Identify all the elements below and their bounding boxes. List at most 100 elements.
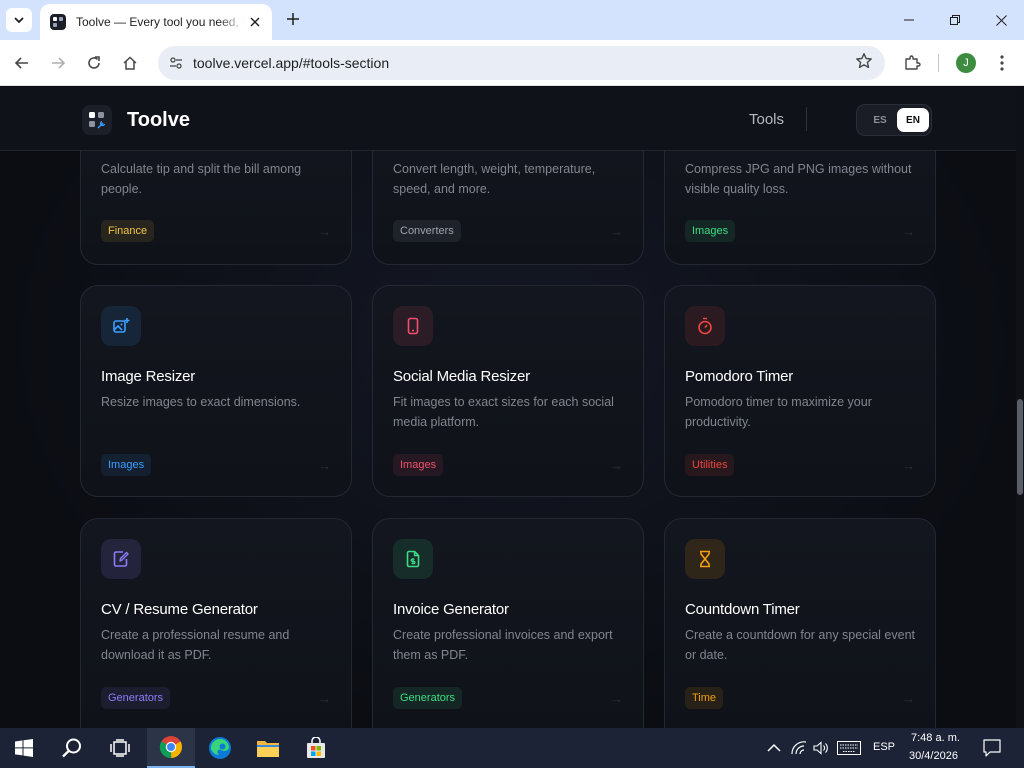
edge-icon [209,737,231,759]
bookmark-star-button[interactable] [855,52,873,75]
card-description: Calculate tip and split the bill among p… [101,162,302,196]
windows-logo-icon [15,739,33,757]
close-icon [250,17,260,27]
new-tab-button[interactable] [282,8,304,30]
category-badge: Utilities [685,454,735,476]
taskbar-edge[interactable] [196,728,244,768]
browser-menu-button[interactable] [989,50,1015,76]
file-edit-icon [101,539,141,579]
page-scrollbar[interactable] [1016,87,1024,728]
taskbar-search-button[interactable] [48,728,96,768]
tool-card-social-media-resizer[interactable]: Social Media Resizer Fit images to exact… [372,285,644,497]
arrow-right-icon: → [318,691,331,706]
tab-search-button[interactable] [6,8,32,32]
keyboard-icon [837,741,861,755]
action-center-button[interactable] [980,728,1004,768]
puzzle-icon [905,55,921,70]
lang-button-es[interactable]: ES [865,110,895,130]
tool-card-cv-resume-generator[interactable]: CV / Resume Generator Create a professio… [80,518,352,728]
tool-card-image-resizer[interactable]: Image Resizer Resize images to exact dim… [80,285,352,497]
clock-date[interactable]: 30/4/2026 [909,750,958,762]
category-badge: Images [685,220,736,242]
scrollbar-thumb[interactable] [1017,399,1023,495]
more-vertical-icon [1000,55,1004,71]
card-title: Image Resizer [101,368,196,385]
back-button[interactable] [9,50,35,76]
card-description: Compress JPG and PNG images without visi… [685,162,912,196]
folder-icon [257,741,279,757]
card-description: Pomodoro timer to maximize your producti… [685,395,872,429]
arrow-right-icon: → [610,224,623,239]
task-view-button[interactable] [96,728,144,768]
restore-icon [950,15,960,25]
store-bag-icon [307,737,325,758]
category-badge: Generators [101,687,171,709]
taskbar-chrome[interactable] [147,728,195,768]
reload-button[interactable] [81,50,107,76]
arrow-right-icon: → [610,458,623,473]
brand-name[interactable]: Toolve [127,109,190,132]
invoice-icon [393,539,433,579]
browser-tab-active[interactable]: Toolve — Every tool you need, in one pla… [40,4,272,40]
windows-taskbar: ESP 7:48 a. m. 30/4/2026 [0,728,1024,768]
clock-time[interactable]: 7:48 a. m. [911,732,960,744]
star-icon [856,53,872,69]
reload-icon [88,56,100,69]
timer-icon [685,306,725,346]
notification-icon [983,739,1001,757]
lang-button-en[interactable]: EN [897,108,929,132]
tool-card-pomodoro-timer[interactable]: Pomodoro Timer Pomodoro timer to maximiz… [664,285,936,497]
card-description: Create professional invoices and export … [393,628,613,662]
profile-avatar[interactable]: J [956,53,976,73]
arrow-left-icon [14,57,28,69]
site-header: Toolve Tools ES EN [0,87,1016,151]
show-hidden-icons-button[interactable] [764,728,784,768]
close-window-button[interactable] [978,0,1024,40]
browser-toolbar: toolve.vercel.app/#tools-section J [0,40,1024,86]
image-plus-icon [101,306,141,346]
close-icon [995,14,1007,26]
card-description: Create a professional resume and downloa… [101,628,290,662]
category-badge: Converters [393,220,461,242]
language-switch: ES EN [856,104,932,136]
taskbar-store[interactable] [292,728,340,768]
url-text[interactable]: toolve.vercel.app/#tools-section [193,55,389,71]
tool-card-countdown-timer[interactable]: Countdown Timer Create a countdown for a… [664,518,936,728]
close-tab-button[interactable] [246,13,264,31]
arrow-right-icon: → [610,691,623,706]
tool-card-invoice-generator[interactable]: Invoice Generator Create professional in… [372,518,644,728]
input-language-indicator[interactable]: ESP [873,741,895,753]
home-button[interactable] [117,50,143,76]
category-badge: Generators [393,687,463,709]
volume-button[interactable] [811,728,831,768]
plus-icon [287,13,299,25]
chrome-icon [159,736,182,759]
toolve-logo-icon[interactable] [82,105,112,135]
touch-keyboard-button[interactable] [836,728,862,768]
minimize-icon [904,19,914,21]
category-badge: Images [101,454,152,476]
card-description: Resize images to exact dimensions. [101,395,301,409]
arrow-right-icon: → [902,224,915,239]
address-bar[interactable]: toolve.vercel.app/#tools-section [158,46,885,80]
tab-title: Toolve — Every tool you need, in one pla… [76,15,244,29]
network-button[interactable] [789,728,809,768]
card-title: CV / Resume Generator [101,601,258,618]
card-description: Create a countdown for any special event… [685,628,915,662]
minimize-button[interactable] [886,0,932,40]
category-badge: Images [393,454,444,476]
nav-link-tools[interactable]: Tools [749,111,784,128]
card-title: Countdown Timer [685,601,800,618]
taskbar-file-explorer[interactable] [244,728,292,768]
start-button[interactable] [0,728,48,768]
nav-divider [806,107,807,131]
wifi-icon [791,741,807,755]
site-info-button[interactable] [164,51,188,75]
speaker-icon [813,741,828,755]
card-description: Convert length, weight, temperature, spe… [393,162,596,196]
restore-button[interactable] [932,0,978,40]
arrow-right-icon [52,57,66,69]
extensions-button[interactable] [899,50,925,76]
forward-button[interactable] [45,50,71,76]
arrow-right-icon: → [318,458,331,473]
